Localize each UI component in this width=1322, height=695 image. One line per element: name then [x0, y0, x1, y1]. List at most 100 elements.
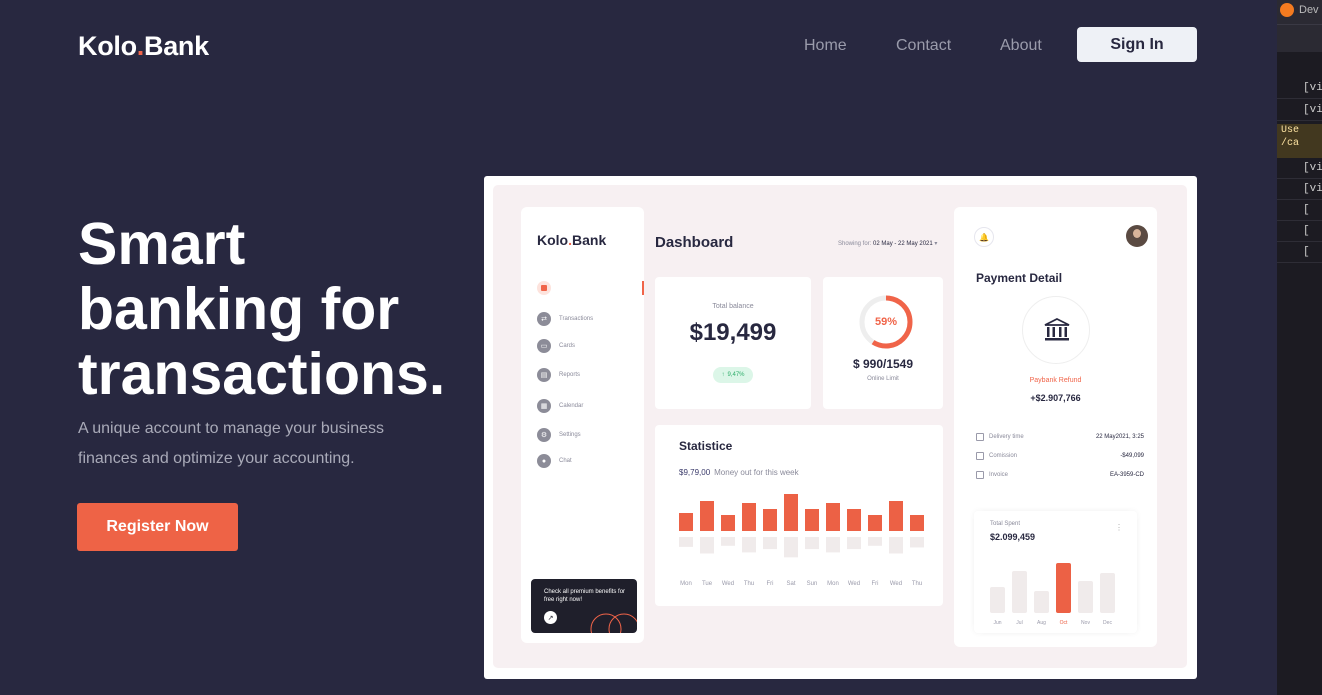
spent-bar: [1056, 563, 1071, 613]
sidebar-item-cards[interactable]: ▭ Cards: [537, 339, 575, 353]
x-tick-label: Fri: [872, 581, 879, 587]
arrow-up-icon: ↑: [721, 372, 725, 378]
spent-bar-chart: Jun Jul Aug Oct Nov Dec: [990, 563, 1115, 626]
console-line: [vi: [1277, 78, 1322, 99]
payment-detail-panel: 🔔 Payment Detail Paybank Refund +$2.907,…: [954, 207, 1157, 647]
console-line: [: [1277, 200, 1322, 221]
bar-up: [763, 509, 777, 531]
sidebar-item-reports[interactable]: ▤ Reports: [537, 368, 580, 382]
promo-text: Check all premium benefits for free righ…: [544, 589, 626, 603]
bar-down: [721, 537, 735, 546]
sidebar-item-chat[interactable]: ● Chat: [537, 454, 572, 468]
balance-label: Total balance: [712, 303, 754, 310]
total-balance-card: Total balance $19,499 ↑ 9,47%: [655, 277, 811, 409]
x-tick-label: Thu: [744, 581, 754, 587]
balance-value: $19,499: [689, 319, 777, 346]
nav-home[interactable]: Home: [804, 37, 847, 55]
limit-percent: 59%: [874, 316, 898, 328]
hero-line-1: Smart: [78, 211, 246, 277]
chat-icon: ●: [537, 454, 551, 468]
bar-down: [679, 537, 693, 547]
firefox-icon: [1280, 3, 1294, 17]
bar-up: [700, 501, 714, 531]
spent-bar: [1100, 573, 1115, 613]
dashboard-sidebar: Kolo.Bank ⇄ Transactions ▭ Cards ▤ Reports …: [521, 207, 644, 643]
limit-amount: $ 990/1549: [852, 357, 914, 371]
console-line: [vi: [1277, 179, 1322, 200]
report-icon: ▤: [537, 368, 551, 382]
x-tick-label: Wed: [848, 581, 860, 587]
card-icon: ▭: [537, 339, 551, 353]
spent-bar: [1012, 571, 1027, 613]
bar-up: [784, 494, 798, 531]
bar-down: [784, 537, 798, 558]
spent-bar: [1034, 591, 1049, 613]
sign-in-button[interactable]: Sign In: [1077, 27, 1197, 62]
spent-tick-label: Nov: [1081, 620, 1090, 626]
hero-heading: Smart banking for transactions.: [78, 212, 445, 407]
payment-detail-title: Payment Detail: [976, 271, 1063, 285]
detail-row-delivery: Delivery time 22 May2021, 3:25: [976, 433, 1144, 441]
bar-up: [868, 515, 882, 531]
dashboard-canvas: Kolo.Bank ⇄ Transactions ▭ Cards ▤ Reports …: [493, 185, 1187, 668]
nav-about[interactable]: About: [1000, 37, 1042, 55]
avatar[interactable]: [1126, 225, 1148, 247]
hero-line-2: banking for: [78, 276, 400, 342]
detail-row-commission: Comission -$49,099: [976, 452, 1144, 460]
bar-up: [847, 509, 861, 531]
bar-down: [847, 537, 861, 550]
bar-up: [721, 515, 735, 531]
dashboard-preview: Kolo.Bank ⇄ Transactions ▭ Cards ▤ Reports …: [484, 176, 1197, 679]
devtools-panel: Dev [vi [vi Use /ca [vi [vi [ [ [: [1277, 0, 1322, 695]
limit-label: Online Limit: [867, 376, 899, 382]
bar-up: [889, 501, 903, 531]
bar-down: [910, 537, 924, 548]
dashboard-title: Dashboard: [655, 234, 734, 251]
active-indicator: [642, 281, 644, 295]
nav-contact[interactable]: Contact: [896, 37, 951, 55]
premium-promo-card[interactable]: Check all premium benefits for free righ…: [531, 579, 637, 633]
gear-icon: ⚙: [537, 428, 551, 442]
promo-arrow-icon[interactable]: ↗: [544, 611, 557, 624]
bar-up: [805, 509, 819, 531]
bar-down: [889, 537, 903, 554]
statistics-card: Statistice $9,79,00 Money out for this we…: [655, 425, 943, 606]
x-tick-label: Wed: [890, 581, 902, 587]
x-tick-label: Mon: [680, 581, 692, 587]
console-line: [: [1277, 221, 1322, 242]
spent-tick-label: Jul: [1016, 620, 1022, 626]
logo-text: Kolo: [78, 31, 137, 61]
spent-bar: [1078, 581, 1093, 613]
sidebar-item-settings[interactable]: ⚙ Settings: [537, 428, 581, 442]
date-range-selector[interactable]: Showing for: 02 May - 22 May 2021 ▾: [838, 240, 937, 247]
balance-change-badge: ↑ 9,47%: [713, 367, 753, 383]
sidebar-item-transactions[interactable]: ⇄ Transactions: [537, 312, 593, 326]
bar-down: [805, 537, 819, 550]
x-tick-label: Sun: [807, 581, 818, 587]
calendar-icon: [976, 433, 984, 441]
console-line: [vi: [1277, 100, 1322, 121]
x-tick-label: Wed: [722, 581, 734, 587]
spent-tick-label: Dec: [1103, 620, 1112, 626]
devtools-toolbar[interactable]: [1277, 24, 1322, 52]
register-now-button[interactable]: Register Now: [77, 503, 238, 551]
spent-tick-label: Aug: [1037, 620, 1046, 626]
chevron-down-icon: ▾: [934, 241, 938, 247]
devtools-titlebar: Dev: [1277, 0, 1322, 24]
bar-up: [679, 513, 693, 531]
bell-icon[interactable]: 🔔: [974, 227, 994, 247]
dashboard-brand: Kolo.Bank: [537, 232, 607, 248]
logo[interactable]: Kolo.Bank: [78, 31, 209, 62]
logo-suffix: Bank: [144, 31, 209, 61]
dashboard-home-icon[interactable]: [537, 281, 551, 295]
x-tick-label: Sat: [786, 581, 795, 587]
bar-down: [700, 537, 714, 554]
bank-icon: [1022, 296, 1090, 364]
bar-down: [868, 537, 882, 546]
sidebar-item-calendar[interactable]: ▦ Calendar: [537, 399, 583, 413]
total-spent-card: Total Spent $2.099,459 ⋮ Jun Jul Aug Oct Nov…: [974, 511, 1137, 633]
logo-dot: .: [136, 31, 145, 61]
x-tick-label: Tue: [702, 581, 713, 587]
x-tick-label: Mon: [827, 581, 839, 587]
online-limit-card: 59% $ 990/1549 Online Limit: [823, 277, 943, 409]
